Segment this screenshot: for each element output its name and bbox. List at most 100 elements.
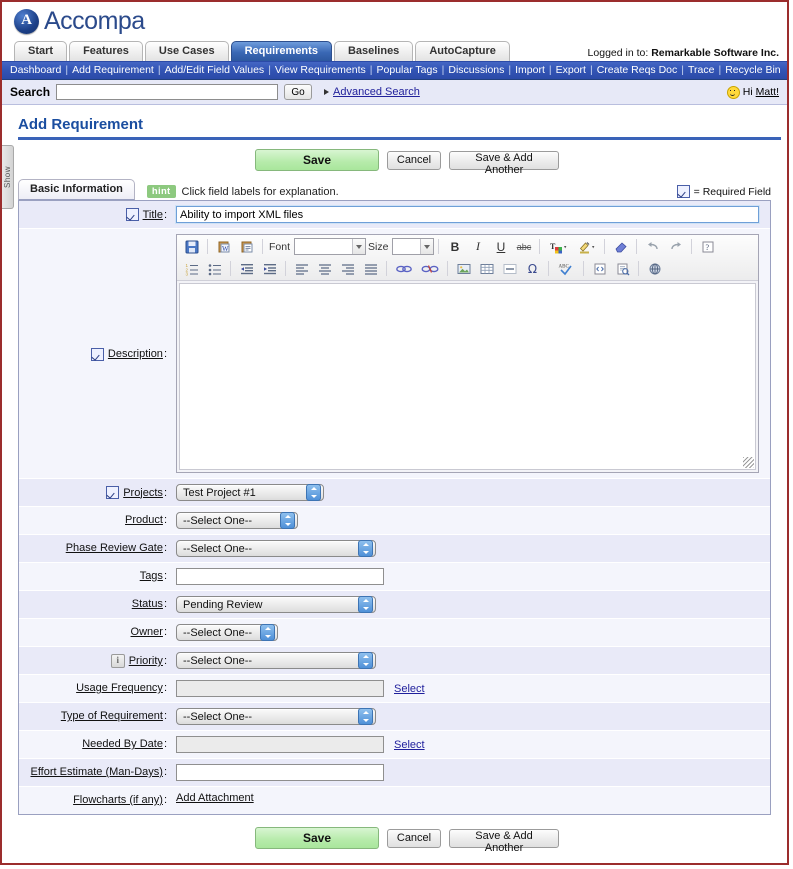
- horizontal-rule-icon[interactable]: [498, 258, 521, 279]
- info-icon[interactable]: i: [111, 654, 125, 668]
- stepper-icon[interactable]: [358, 540, 373, 557]
- resize-grip-icon[interactable]: [743, 457, 754, 468]
- advanced-search-label[interactable]: Advanced Search: [333, 86, 420, 98]
- nav-link-create-reqs-doc[interactable]: Create Reqs Doc: [597, 64, 678, 76]
- save-button-top[interactable]: Save: [255, 149, 379, 171]
- chevron-down-icon[interactable]: [352, 239, 365, 254]
- nav-link-trace[interactable]: Trace: [688, 64, 714, 76]
- image-icon[interactable]: [452, 258, 475, 279]
- stepper-icon[interactable]: [358, 708, 373, 725]
- nav-link-recycle-bin[interactable]: Recycle Bin: [725, 64, 780, 76]
- save-icon[interactable]: [180, 236, 203, 257]
- preview-icon[interactable]: [611, 258, 634, 279]
- field-label-text[interactable]: Title: [143, 209, 163, 221]
- accompa-logo[interactable]: Accompa: [14, 7, 145, 36]
- projects-select[interactable]: Test Project #1: [176, 484, 324, 501]
- unlink-icon[interactable]: [417, 258, 443, 279]
- paste-word-icon[interactable]: W: [212, 236, 235, 257]
- font-size-select[interactable]: [392, 238, 434, 255]
- tab-use-cases[interactable]: Use Cases: [145, 41, 229, 61]
- paste-text-icon[interactable]: [235, 236, 258, 257]
- tags-input[interactable]: [176, 568, 384, 585]
- title-input[interactable]: [176, 206, 759, 223]
- underline-icon[interactable]: U: [489, 236, 512, 257]
- save-button-bottom[interactable]: Save: [255, 827, 379, 849]
- tab-basic-information[interactable]: Basic Information: [18, 179, 135, 200]
- save-add-another-button-bottom[interactable]: Save & Add Another: [449, 829, 559, 848]
- link-icon[interactable]: [391, 258, 417, 279]
- user-name[interactable]: Matt!: [756, 86, 779, 98]
- usage-frequency-input[interactable]: [176, 680, 384, 697]
- spellcheck-icon[interactable]: ABC: [553, 258, 579, 279]
- outdent-icon[interactable]: [235, 258, 258, 279]
- text-color-icon[interactable]: T: [544, 236, 572, 257]
- needed-by-date-select-link[interactable]: Select: [394, 739, 425, 751]
- field-label-text[interactable]: Needed By Date: [82, 738, 163, 750]
- tab-start[interactable]: Start: [14, 41, 67, 61]
- redo-icon[interactable]: [664, 236, 687, 257]
- align-left-icon[interactable]: [290, 258, 313, 279]
- field-label-text[interactable]: Priority: [129, 655, 163, 667]
- nav-link-discussions[interactable]: Discussions: [448, 64, 504, 76]
- cancel-button-top[interactable]: Cancel: [387, 151, 441, 170]
- field-label-text[interactable]: Effort Estimate (Man-Days): [30, 766, 162, 778]
- tab-baselines[interactable]: Baselines: [334, 41, 413, 61]
- search-input[interactable]: [56, 84, 278, 100]
- show-sidebar-toggle[interactable]: Show: [2, 145, 14, 209]
- field-label-text[interactable]: Flowcharts (if any): [73, 794, 163, 806]
- nav-link-export[interactable]: Export: [556, 64, 586, 76]
- font-family-select[interactable]: [294, 238, 366, 255]
- field-label-text[interactable]: Tags: [140, 570, 163, 582]
- stepper-icon[interactable]: [280, 512, 295, 529]
- save-add-another-button-top[interactable]: Save & Add Another: [449, 151, 559, 170]
- description-editing-area[interactable]: [179, 283, 756, 470]
- nav-link-add-requirement[interactable]: Add Requirement: [72, 64, 154, 76]
- indent-icon[interactable]: [258, 258, 281, 279]
- nav-link-add-edit-field-values[interactable]: Add/Edit Field Values: [165, 64, 265, 76]
- field-label-text[interactable]: Phase Review Gate: [66, 542, 163, 554]
- type-of-requirement-select[interactable]: --Select One--: [176, 708, 376, 725]
- table-icon[interactable]: [475, 258, 498, 279]
- status-select[interactable]: Pending Review: [176, 596, 376, 613]
- field-label-text[interactable]: Product: [125, 514, 163, 526]
- bold-icon[interactable]: B: [443, 236, 466, 257]
- nav-link-popular-tags[interactable]: Popular Tags: [377, 64, 438, 76]
- tab-requirements[interactable]: Requirements: [231, 41, 332, 61]
- special-char-icon[interactable]: Ω: [521, 258, 544, 279]
- undo-icon[interactable]: [641, 236, 664, 257]
- stepper-icon[interactable]: [260, 624, 275, 641]
- remove-format-icon[interactable]: [609, 236, 632, 257]
- numbered-list-icon[interactable]: 123: [180, 258, 203, 279]
- field-label-text[interactable]: Projects: [123, 487, 163, 499]
- phase-review-gate-select[interactable]: --Select One--: [176, 540, 376, 557]
- nav-link-import[interactable]: Import: [515, 64, 545, 76]
- field-label-text[interactable]: Status: [132, 598, 163, 610]
- bulleted-list-icon[interactable]: [203, 258, 226, 279]
- align-justify-icon[interactable]: [359, 258, 382, 279]
- strikethrough-icon[interactable]: abc: [512, 236, 535, 257]
- tab-autocapture[interactable]: AutoCapture: [415, 41, 510, 61]
- field-label-text[interactable]: Description: [108, 348, 163, 360]
- needed-by-date-input[interactable]: [176, 736, 384, 753]
- advanced-search-link[interactable]: Advanced Search: [324, 86, 420, 98]
- stepper-icon[interactable]: [306, 484, 321, 501]
- stepper-icon[interactable]: [358, 596, 373, 613]
- nav-link-view-requirements[interactable]: View Requirements: [275, 64, 366, 76]
- nav-link-dashboard[interactable]: Dashboard: [10, 64, 61, 76]
- background-color-icon[interactable]: [572, 236, 600, 257]
- product-select[interactable]: --Select One--: [176, 512, 298, 529]
- align-right-icon[interactable]: [336, 258, 359, 279]
- search-go-button[interactable]: Go: [284, 84, 312, 100]
- add-attachment-link[interactable]: Add Attachment: [176, 792, 254, 804]
- usage-frequency-select-link[interactable]: Select: [394, 683, 425, 695]
- about-icon[interactable]: ?: [696, 236, 719, 257]
- maximize-icon[interactable]: [643, 258, 666, 279]
- owner-select[interactable]: --Select One--: [176, 624, 278, 641]
- italic-icon[interactable]: I: [466, 236, 489, 257]
- chevron-down-icon[interactable]: [420, 239, 433, 254]
- align-center-icon[interactable]: [313, 258, 336, 279]
- source-icon[interactable]: [588, 258, 611, 279]
- effort-estimate-input[interactable]: [176, 764, 384, 781]
- field-label-text[interactable]: Usage Frequency: [76, 682, 163, 694]
- cancel-button-bottom[interactable]: Cancel: [387, 829, 441, 848]
